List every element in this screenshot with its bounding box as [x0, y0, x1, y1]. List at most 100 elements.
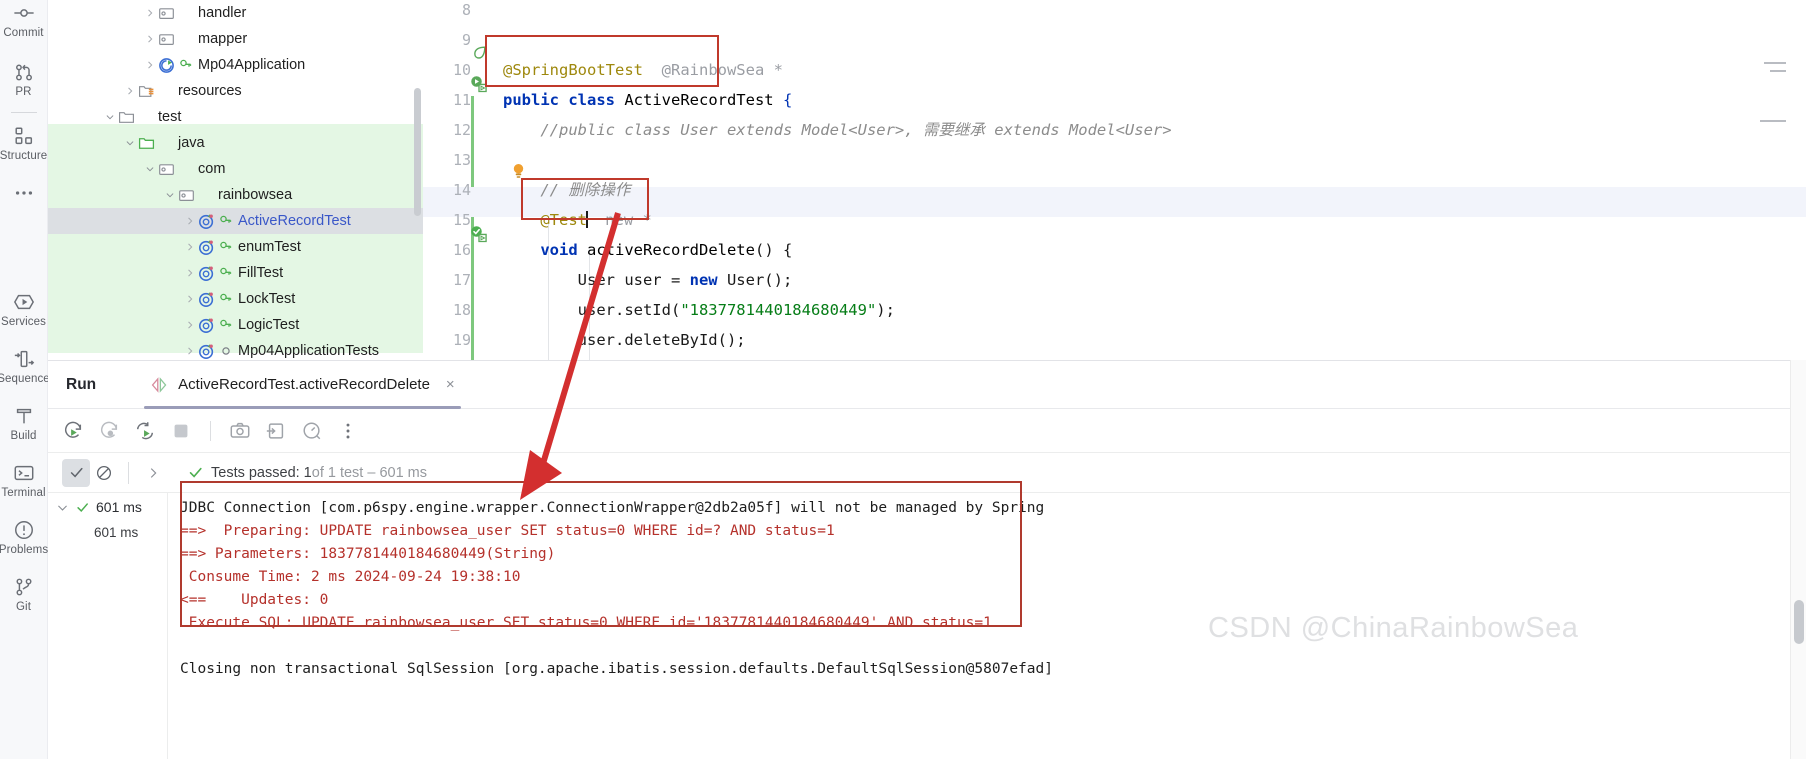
rerun-failed-icon[interactable] [98, 420, 120, 442]
code-line-11[interactable]: 11public class ActiveRecordTest { [423, 85, 1806, 115]
rail-label-pr: PR [15, 86, 31, 98]
tree-expand-arrow[interactable] [142, 57, 158, 73]
tree-expand-arrow[interactable] [142, 31, 158, 47]
test-class-icon [198, 213, 215, 230]
tree-expand-arrow[interactable] [182, 213, 198, 229]
code-line-10[interactable]: 10@SpringBootTest @RainbowSea * [423, 55, 1806, 85]
code-line-12[interactable]: 12 //public class User extends Model<Use… [423, 115, 1806, 145]
stop-icon[interactable] [170, 420, 192, 442]
rail-item-git[interactable]: Git [0, 576, 48, 613]
tree-expand-arrow[interactable] [122, 83, 138, 99]
tree-row-locktest[interactable]: LockTest [48, 286, 423, 312]
code-token: // 删除操作 [503, 181, 630, 199]
camera-icon[interactable] [229, 420, 251, 442]
package-folder-icon [158, 31, 175, 48]
more-options-icon [13, 182, 35, 204]
tree-expand-arrow[interactable] [182, 265, 198, 281]
tree-row-test[interactable]: test [48, 104, 423, 130]
tree-row-rainbowsea[interactable]: rainbowsea [48, 182, 423, 208]
code-token: user.setId( [503, 301, 680, 319]
tree-expand-arrow[interactable] [182, 317, 198, 333]
code-line-15[interactable]: 15 @Test new * [423, 205, 1806, 235]
code-line-16[interactable]: 16 void activeRecordDelete() { [423, 235, 1806, 265]
code-token: @Test [540, 211, 587, 229]
tree-expand-arrow[interactable] [142, 161, 158, 177]
package-private-modifier-icon [219, 344, 233, 358]
rail-item-services[interactable]: Services [0, 291, 48, 328]
code-line-14[interactable]: 14 // 删除操作 [423, 175, 1806, 205]
rail-item-more[interactable] [0, 182, 48, 207]
rail-item-build[interactable]: Build [0, 405, 48, 442]
code-line-18[interactable]: 18 user.setId("1837781440184680449"); [423, 295, 1806, 325]
show-passed-toggle[interactable] [62, 459, 90, 487]
tree-row-mp04application[interactable]: Mp04Application [48, 52, 423, 78]
run-tab-active[interactable]: ActiveRecordTest.activeRecordDelete × [144, 361, 461, 409]
history-gauge-icon[interactable] [301, 420, 323, 442]
tree-row-label: com [197, 161, 225, 177]
test-results-tree[interactable]: 601 ms 601 ms [48, 493, 168, 759]
rail-item-structure[interactable]: Structure [0, 125, 48, 162]
code-line-8[interactable]: 8 [423, 0, 1806, 25]
code-line-13[interactable]: 13 [423, 145, 1806, 175]
checkmark-filter-icon [68, 464, 85, 481]
test-result-root-row[interactable]: 601 ms [48, 493, 167, 515]
code-token: User(); [727, 271, 792, 289]
import-icon[interactable] [265, 420, 287, 442]
tree-row-label: java [177, 135, 205, 151]
code-line-17[interactable]: 17 User user = new User(); [423, 265, 1806, 295]
problems-icon [13, 519, 35, 541]
tree-row-mapper[interactable]: mapper [48, 26, 423, 52]
expand-results-button[interactable] [139, 459, 167, 487]
line-number: 19 [423, 325, 471, 355]
tree-row-label: handler [197, 5, 246, 21]
tree-expand-arrow[interactable] [182, 291, 198, 307]
rail-item-pr[interactable]: PR [0, 61, 48, 98]
kebab-menu-icon[interactable] [337, 420, 359, 442]
rerun-icon[interactable] [62, 420, 84, 442]
tree-row-label: FillTest [237, 265, 283, 281]
tree-expand-arrow[interactable] [162, 187, 178, 203]
tree-row-logictest[interactable]: LogicTest [48, 312, 423, 338]
tree-row-filltest[interactable]: FillTest [48, 260, 423, 286]
check-icon [187, 464, 204, 481]
line-number: 16 [423, 235, 471, 265]
services-icon [13, 291, 35, 313]
tree-row-handler[interactable]: handler [48, 0, 423, 26]
tree-row-resources[interactable]: resources [48, 78, 423, 104]
close-icon[interactable]: × [446, 376, 455, 393]
console-output[interactable]: JDBC Connection [com.p6spy.engine.wrappe… [168, 493, 1806, 759]
code-editor[interactable]: 8910@SpringBootTest @RainbowSea *11publi… [423, 0, 1806, 360]
tree-expand-arrow[interactable] [182, 239, 198, 255]
tree-row-mp04applicationtests[interactable]: Mp04ApplicationTests [48, 338, 423, 360]
hide-ignored-toggle[interactable] [90, 459, 118, 487]
console-scrollbar-thumb[interactable] [1794, 600, 1804, 644]
package-folder-icon [178, 187, 195, 204]
final-modifier-icon [219, 292, 233, 306]
editor-minimap-marks [1756, 0, 1786, 360]
rail-item-commit[interactable]: Commit [0, 2, 48, 39]
tree-row-com[interactable]: com [48, 156, 423, 182]
chevron-down-icon[interactable] [56, 501, 69, 514]
line-number: 14 [423, 175, 471, 205]
code-text: @SpringBootTest @RainbowSea * [503, 55, 783, 85]
tree-row-activerecordtest[interactable]: ActiveRecordTest [48, 208, 423, 234]
tree-expand-arrow[interactable] [102, 109, 118, 125]
auto-test-icon[interactable] [134, 420, 156, 442]
tree-scrollbar[interactable] [414, 88, 421, 216]
code-line-9[interactable]: 9 [423, 25, 1806, 55]
rail-item-problems[interactable]: Problems [0, 519, 48, 556]
no-modifier [179, 32, 193, 46]
code-line-19[interactable]: 19 user.deleteById(); [423, 325, 1806, 355]
tree-expand-arrow[interactable] [142, 5, 158, 21]
tree-expand-arrow[interactable] [182, 343, 198, 359]
project-tree-panel[interactable]: handler mapperMp04Application resources tes… [48, 0, 423, 360]
console-scrollbar[interactable] [1790, 360, 1806, 759]
no-modifier [199, 188, 213, 202]
tree-row-enumtest[interactable]: enumTest [48, 234, 423, 260]
rail-item-sequence[interactable]: Sequence [0, 348, 48, 385]
tree-row-java[interactable]: java [48, 130, 423, 156]
tree-row-label: resources [177, 83, 242, 99]
rail-divider [11, 112, 37, 113]
rail-item-terminal[interactable]: Terminal [0, 462, 48, 499]
tree-expand-arrow[interactable] [122, 135, 138, 151]
